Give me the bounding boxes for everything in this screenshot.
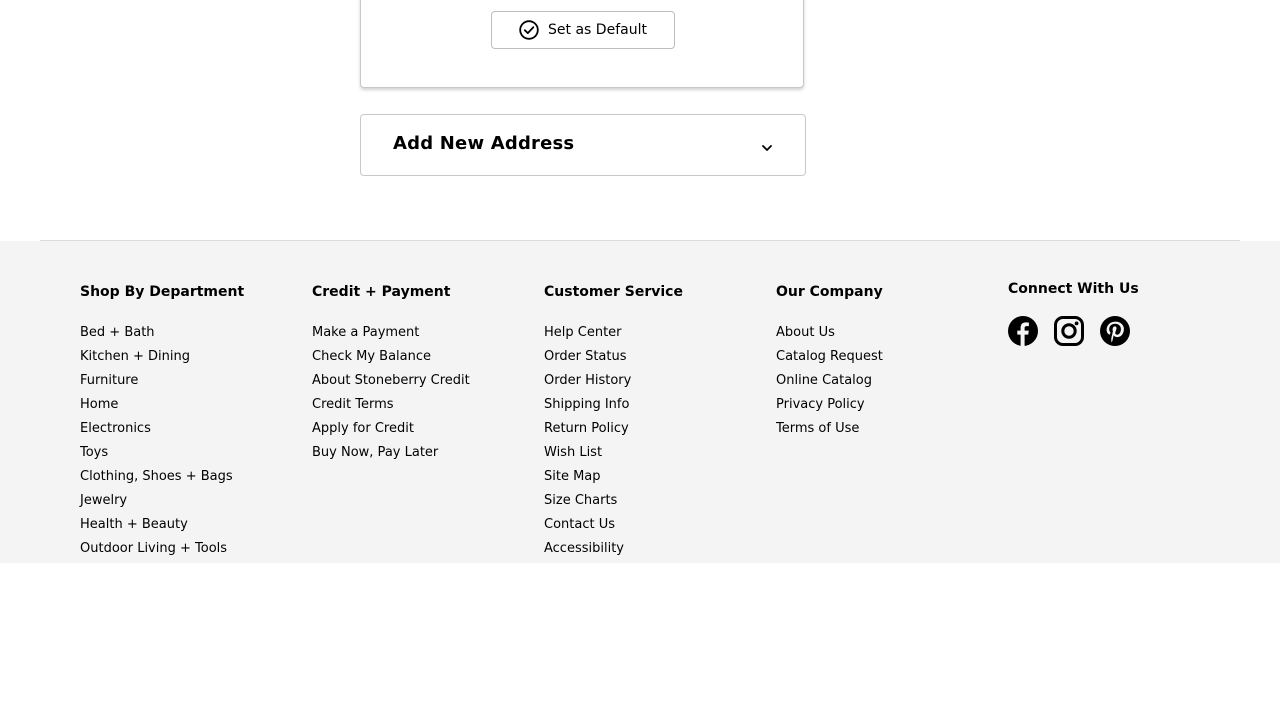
- footer-link[interactable]: Accessibility: [544, 541, 624, 556]
- footer-link[interactable]: Wish List: [544, 445, 602, 460]
- footer-link[interactable]: Order History: [544, 373, 631, 388]
- chevron-down-icon: [761, 139, 773, 158]
- footer-link[interactable]: Terms of Use: [776, 421, 859, 436]
- footer-link[interactable]: Catalog Request: [776, 349, 883, 364]
- footer-link[interactable]: Help Center: [544, 325, 622, 340]
- add-new-address-title: Add New Address: [393, 133, 575, 154]
- footer-link[interactable]: About Us: [776, 325, 835, 340]
- footer-link[interactable]: Kitchen + Dining: [80, 349, 190, 364]
- footer-link[interactable]: Toys: [80, 445, 108, 460]
- address-card: Set as Default: [360, 0, 804, 88]
- footer-link[interactable]: Home: [80, 397, 118, 412]
- footer-link[interactable]: Furniture: [80, 373, 138, 388]
- footer-column-heading: Credit + Payment: [312, 284, 451, 300]
- footer-link[interactable]: Make a Payment: [312, 325, 419, 340]
- footer-link[interactable]: Site Map: [544, 469, 601, 484]
- footer-link[interactable]: Order Status: [544, 349, 627, 364]
- facebook-icon[interactable]: [1008, 316, 1038, 346]
- footer-link[interactable]: Return Policy: [544, 421, 629, 436]
- footer-link[interactable]: Apply for Credit: [312, 421, 414, 436]
- footer-link[interactable]: Online Catalog: [776, 373, 872, 388]
- footer-link-list: Bed + Bath Kitchen + Dining Furniture Ho…: [80, 324, 233, 564]
- connect-heading: Connect With Us: [1008, 281, 1139, 297]
- footer-link[interactable]: Contact Us: [544, 517, 615, 532]
- set-as-default-label: Set as Default: [548, 22, 647, 38]
- footer-link[interactable]: Size Charts: [544, 493, 617, 508]
- check-circle-icon: [519, 20, 539, 40]
- footer-link[interactable]: Shipping Info: [544, 397, 629, 412]
- pinterest-icon[interactable]: [1100, 316, 1130, 346]
- add-new-address-accordion[interactable]: Add New Address: [360, 114, 806, 176]
- social-links: [1008, 316, 1130, 346]
- footer-link[interactable]: About Stoneberry Credit: [312, 373, 470, 388]
- instagram-icon[interactable]: [1054, 316, 1084, 346]
- footer-link[interactable]: Bed + Bath: [80, 325, 155, 340]
- footer-link[interactable]: Buy Now, Pay Later: [312, 445, 438, 460]
- footer-link-list: Make a Payment Check My Balance About St…: [312, 324, 470, 468]
- footer-link[interactable]: Privacy Policy: [776, 397, 865, 412]
- site-footer: Shop By Department Bed + Bath Kitchen + …: [0, 241, 1280, 563]
- footer-column-heading: Customer Service: [544, 284, 683, 300]
- footer-link[interactable]: Outdoor Living + Tools: [80, 541, 227, 556]
- set-as-default-button[interactable]: Set as Default: [491, 11, 675, 49]
- footer-link[interactable]: Check My Balance: [312, 349, 431, 364]
- footer-column-heading: Shop By Department: [80, 284, 245, 300]
- footer-link[interactable]: Health + Beauty: [80, 517, 188, 532]
- footer-link-list: Help Center Order Status Order History S…: [544, 324, 631, 564]
- footer-link[interactable]: Credit Terms: [312, 397, 394, 412]
- footer-link[interactable]: Electronics: [80, 421, 151, 436]
- footer-column-heading: Our Company: [776, 284, 883, 300]
- footer-link[interactable]: Clothing, Shoes + Bags: [80, 469, 233, 484]
- footer-link-list: About Us Catalog Request Online Catalog …: [776, 324, 883, 444]
- footer-link[interactable]: Jewelry: [80, 493, 127, 508]
